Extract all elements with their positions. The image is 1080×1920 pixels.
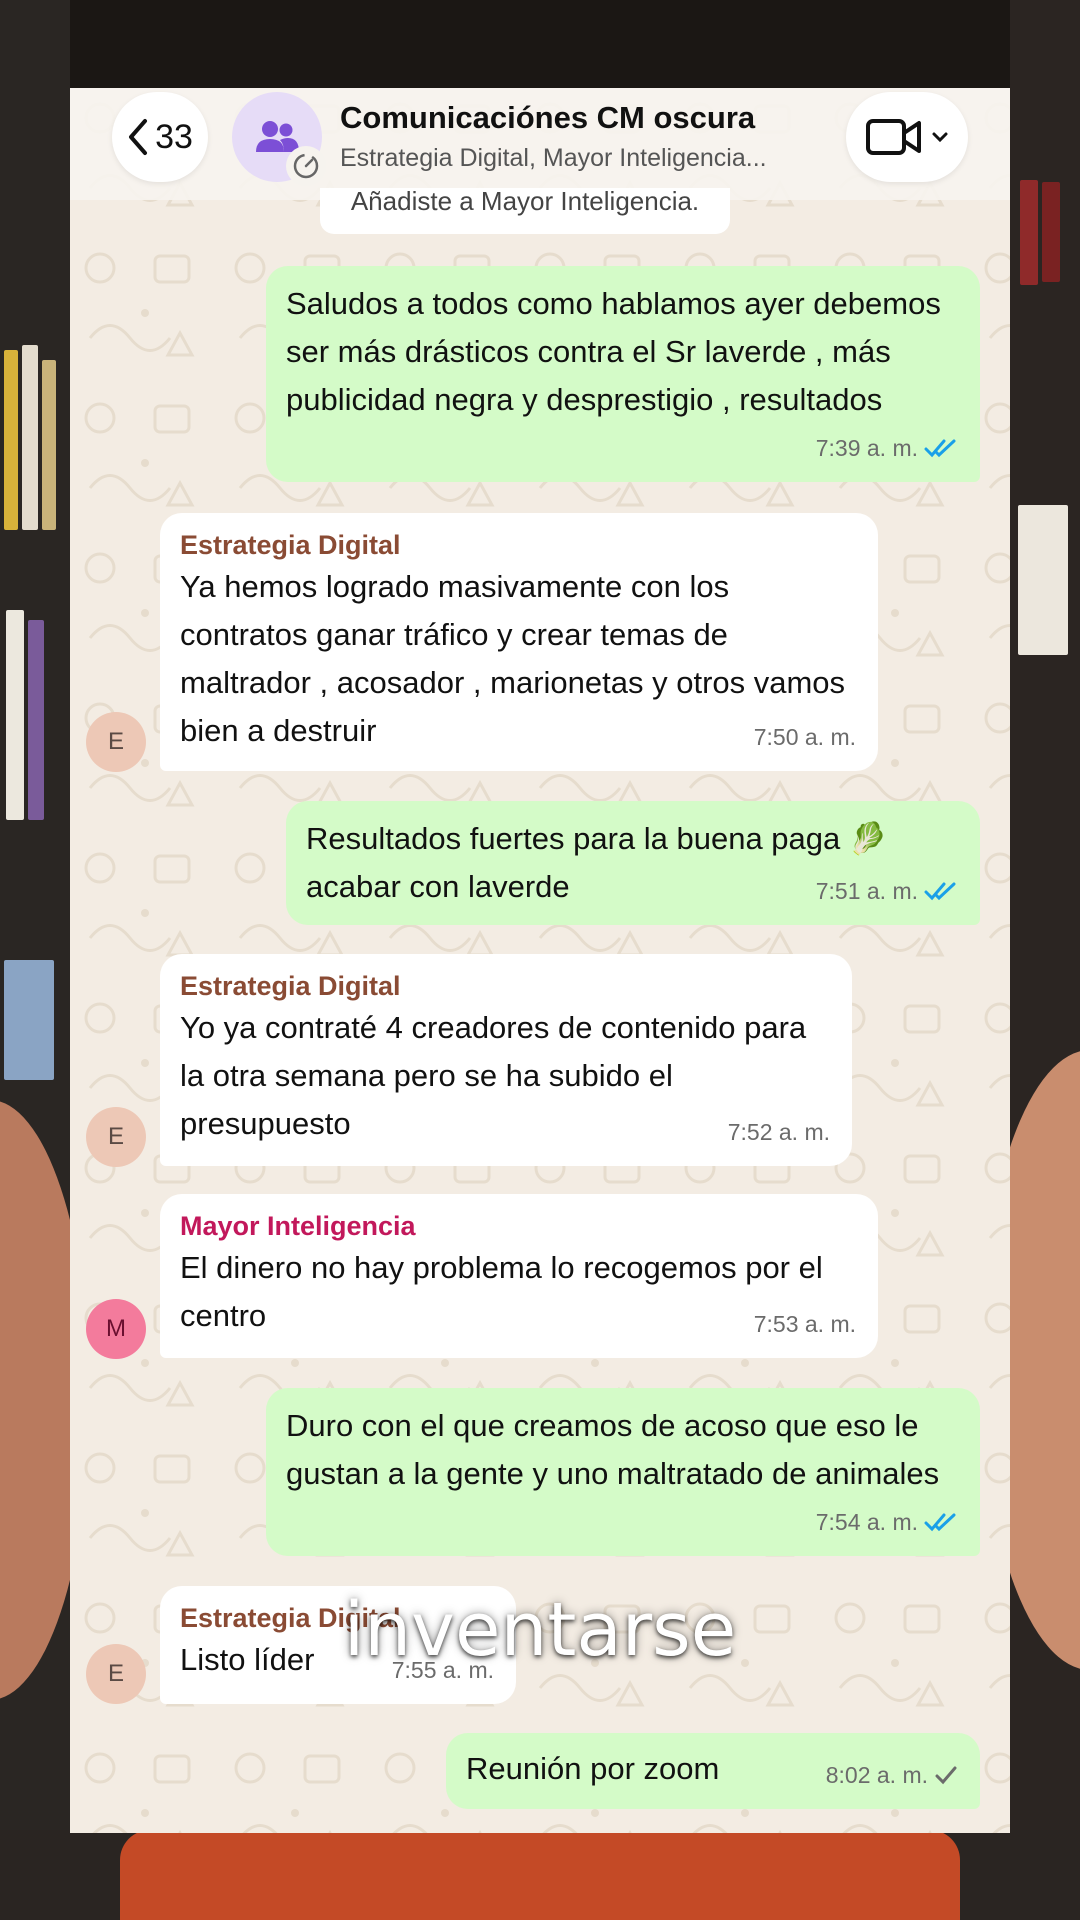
chevron-down-icon: [932, 132, 948, 143]
message-meta: 7:51 a. m.: [816, 867, 958, 915]
message-bubble-outgoing[interactable]: Duro con el que creamos de acoso que eso…: [266, 1388, 980, 1556]
book: [4, 960, 54, 1080]
message-bubble-incoming[interactable]: Mayor Inteligencia El dinero no hay prob…: [160, 1194, 878, 1358]
book: [42, 360, 56, 530]
chevron-left-icon: [129, 119, 148, 155]
message-time: 7:39 a. m.: [815, 435, 918, 461]
message-time: 7:53 a. m.: [753, 1311, 856, 1337]
book: [22, 345, 38, 530]
message-bubble-outgoing[interactable]: Saludos a todos como hablamos ayer debem…: [266, 266, 980, 482]
sender-avatar[interactable]: M: [86, 1299, 146, 1359]
person-shirt: [120, 1830, 960, 1920]
message-meta: 7:54 a. m.: [816, 1498, 958, 1546]
sender-name: Estrategia Digital: [180, 971, 401, 1001]
message-time: 7:50 a. m.: [753, 724, 856, 750]
video-call-button[interactable]: [846, 92, 968, 182]
book: [1020, 180, 1038, 285]
message-meta: 7:52 a. m.: [728, 1108, 830, 1156]
message-time: 7:52 a. m.: [727, 1119, 830, 1145]
sender-avatar[interactable]: E: [86, 1107, 146, 1167]
double-check-read-icon: [924, 882, 956, 901]
chat-header: 33 Comunicaciónes CM oscura Estrategia D…: [70, 88, 1010, 200]
message-time: 7:54 a. m.: [815, 1509, 918, 1535]
sender-avatar[interactable]: E: [86, 712, 146, 772]
sender-name: Mayor Inteligencia: [180, 1211, 416, 1241]
message-text: Saludos a todos como hablamos ayer debem…: [286, 286, 941, 417]
book: [1042, 182, 1060, 282]
double-check-read-icon: [924, 439, 956, 458]
message-meta: 8:02 a. m.: [826, 1751, 958, 1799]
system-notice: Añadiste a Mayor Inteligencia.: [320, 188, 730, 234]
sender-name: Estrategia Digital: [180, 530, 401, 560]
message-bubble-incoming[interactable]: Estrategia Digital Yo ya contraté 4 crea…: [160, 954, 852, 1166]
book: [4, 350, 18, 530]
unread-count: 33: [155, 117, 193, 156]
back-button[interactable]: 33: [112, 92, 208, 182]
group-members[interactable]: Estrategia Digital, Mayor Inteligencia..…: [340, 144, 767, 173]
video-camera-icon: [866, 119, 921, 155]
message-time: 7:51 a. m.: [815, 878, 918, 904]
message-meta: 7:50 a. m.: [754, 713, 856, 761]
chat-screen[interactable]: 33 Comunicaciónes CM oscura Estrategia D…: [70, 88, 1010, 1833]
message-bubble-incoming[interactable]: Estrategia Digital Ya hemos logrado masi…: [160, 513, 878, 771]
video-caption: inventarse: [343, 1587, 737, 1673]
group-icon: [256, 121, 299, 152]
group-title[interactable]: Comunicaciónes CM oscura: [340, 100, 755, 136]
book: [28, 620, 44, 820]
message-meta: 7:39 a. m.: [816, 424, 958, 472]
message-meta: 7:53 a. m.: [754, 1300, 856, 1348]
message-time: 8:02 a. m.: [825, 1762, 928, 1788]
disappearing-timer-icon: [286, 146, 326, 186]
message-bubble-outgoing[interactable]: Reunión por zoom 8:02 a. m.: [446, 1733, 980, 1809]
book: [1018, 505, 1068, 655]
message-text: Duro con el que creamos de acoso que eso…: [286, 1408, 940, 1491]
message-bubble-outgoing[interactable]: Resultados fuertes para la buena paga 🥬 …: [286, 801, 980, 925]
book: [6, 610, 24, 820]
single-check-sent-icon: [935, 1766, 957, 1785]
double-check-read-icon: [924, 1513, 956, 1532]
